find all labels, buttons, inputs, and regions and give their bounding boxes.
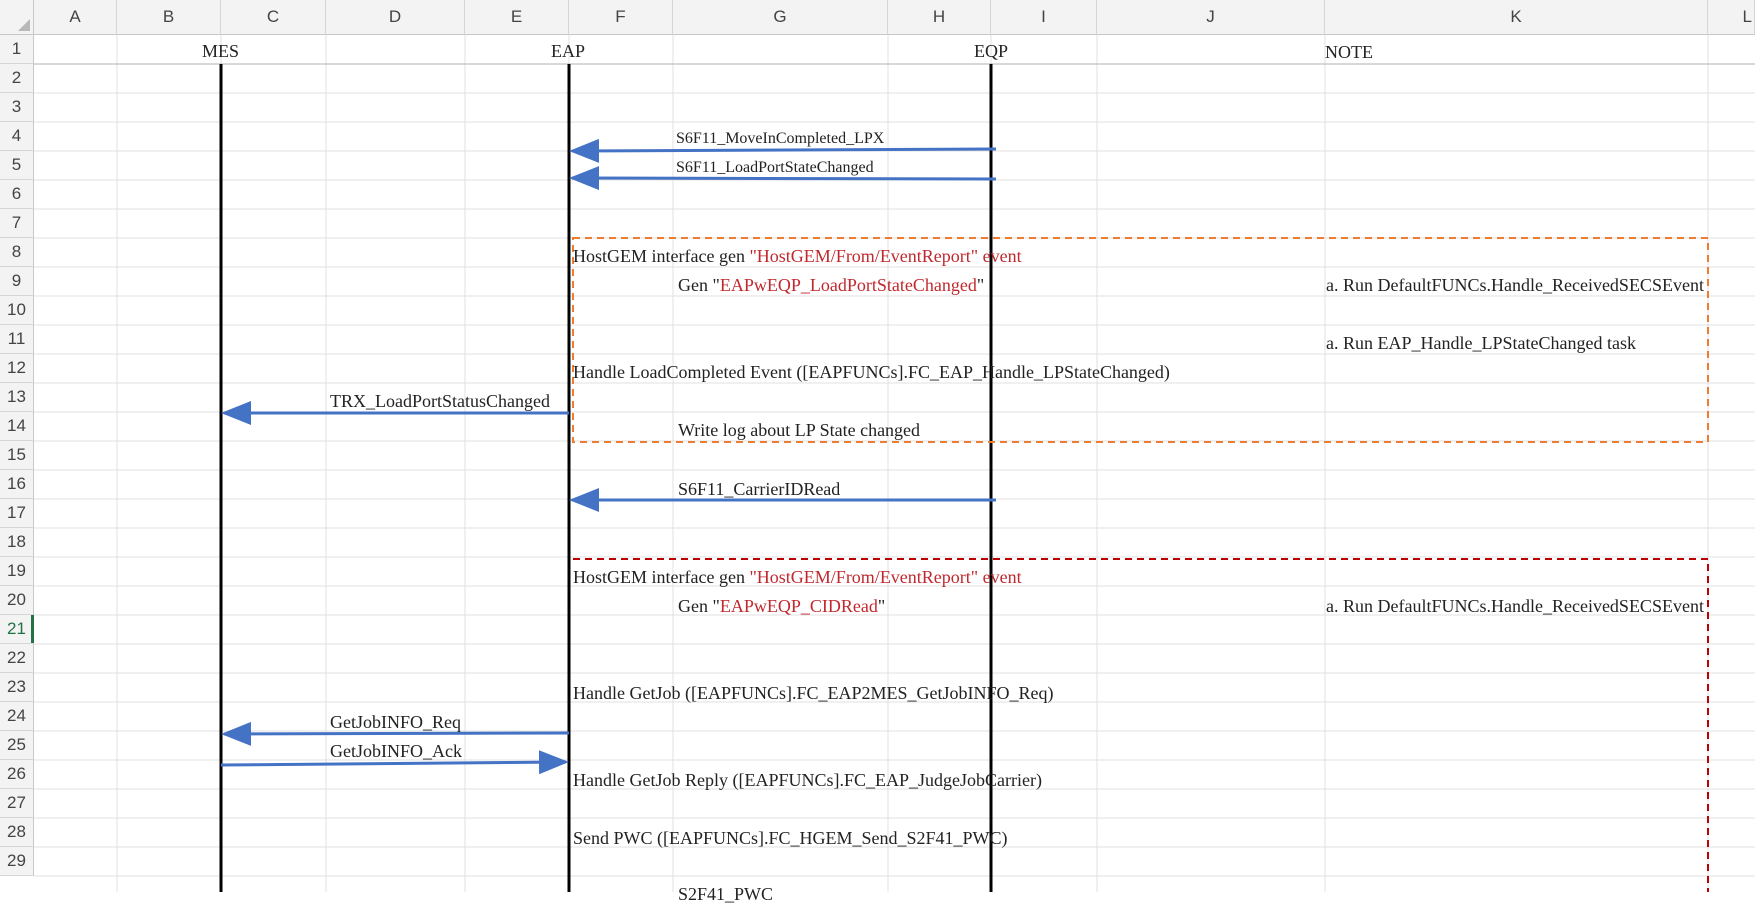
arrow-req xyxy=(221,721,570,746)
msg-ack-label: GetJobINFO_Ack xyxy=(330,741,462,761)
gen-event-name: EAPwEQP_CIDRead xyxy=(719,596,878,616)
note-1: a. Run DefaultFUNCs.Handle_ReceivedSECSE… xyxy=(1326,275,1704,295)
gen-step-2: Gen "EAPwEQP_CIDRead" xyxy=(678,597,885,615)
hostgem-step-1: HostGEM interface gen "HostGEM/From/Even… xyxy=(573,247,1022,265)
partial-msg-label: S2F41_PWC xyxy=(678,884,774,904)
spreadsheet[interactable]: ABCDEFGHIJKL 1 2 3 4 5 6 7 8 9 10 11 12 13 14 15 16 17 18… xyxy=(0,0,1755,903)
msg-carrier-id-label: S6F11_CarrierIDRead xyxy=(678,479,841,499)
arrow-ack xyxy=(220,750,569,775)
gen-prefix: Gen " xyxy=(678,275,720,295)
msg-lp-state-label: S6F11_LoadPortStateChanged xyxy=(676,159,874,176)
msg-trx-label: TRX_LoadPortStatusChanged xyxy=(330,391,550,411)
hostgem-prefix: HostGEM interface gen xyxy=(573,567,750,587)
hostgem-step-2: HostGEM interface gen "HostGEM/From/Even… xyxy=(573,568,1022,586)
eap-header: EAP xyxy=(551,41,586,61)
arrow-lp-state xyxy=(569,166,997,191)
hostgem-prefix: HostGEM interface gen xyxy=(573,246,750,266)
note-header: NOTE xyxy=(1325,42,1373,62)
handle-loadcompleted: Handle LoadCompleted Event ([EAPFUNCs].F… xyxy=(573,362,1170,382)
gen-suffix: " xyxy=(877,596,886,616)
gen-prefix: Gen " xyxy=(678,596,720,616)
hostgem-event: "HostGEM/From/EventReport" event xyxy=(749,567,1022,587)
note-3: a. Run DefaultFUNCs.Handle_ReceivedSECSE… xyxy=(1326,596,1704,616)
msg-req-label: GetJobINFO_Req xyxy=(330,712,461,732)
send-pwc-step: Send PWC ([EAPFUNCs].FC_HGEM_Send_S2F41_… xyxy=(573,828,1008,848)
gen-event-name: EAPwEQP_LoadPortStateChanged xyxy=(719,275,977,295)
handle-getjob-reply: Handle GetJob Reply ([EAPFUNCs].FC_EAP_J… xyxy=(573,770,1042,790)
handle-getjob: Handle GetJob ([EAPFUNCs].FC_EAP2MES_Get… xyxy=(573,683,1054,703)
write-log-step: Write log about LP State changed xyxy=(678,420,921,440)
eqp-header: EQP xyxy=(974,41,1009,61)
note-2: a. Run EAP_Handle_LPStateChanged task xyxy=(1326,333,1636,353)
gen-suffix: " xyxy=(976,275,985,295)
arrow-move-in xyxy=(569,138,997,163)
gen-step-1: Gen "EAPwEQP_LoadPortStateChanged" xyxy=(678,276,984,294)
hostgem-event: "HostGEM/From/EventReport" event xyxy=(749,246,1022,266)
mes-header: MES xyxy=(202,41,240,61)
msg-move-in-label: S6F11_MoveInCompleted_LPX xyxy=(676,130,885,147)
